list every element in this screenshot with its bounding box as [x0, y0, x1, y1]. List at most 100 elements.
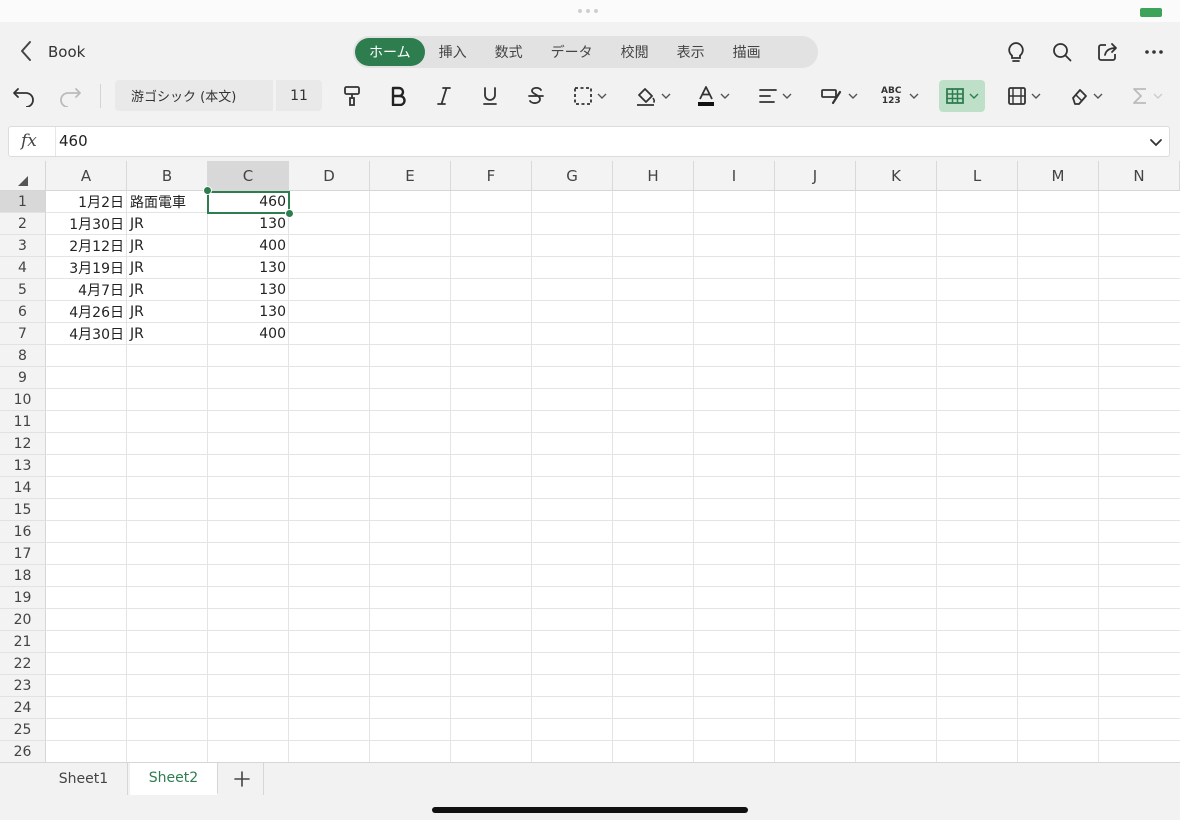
column-header[interactable]: G [532, 161, 613, 191]
wrap-merge-button[interactable] [820, 80, 858, 112]
selection-handle-top-left[interactable] [203, 186, 212, 195]
row-header[interactable]: 24 [0, 697, 46, 719]
selected-cell-outline[interactable] [207, 191, 290, 214]
row-header[interactable]: 5 [0, 279, 46, 301]
underline-button[interactable] [481, 80, 499, 112]
row-header[interactable]: 19 [0, 587, 46, 609]
cell-b6[interactable]: JR [127, 301, 208, 323]
borders-button[interactable] [573, 80, 607, 112]
cells-format-button[interactable] [1007, 80, 1041, 112]
row-header[interactable]: 26 [0, 741, 46, 762]
row-header[interactable]: 16 [0, 521, 46, 543]
format-painter-button[interactable] [342, 80, 362, 112]
row-header[interactable]: 20 [0, 609, 46, 631]
bold-button[interactable] [389, 80, 407, 112]
cell-c7[interactable]: 400 [208, 323, 289, 345]
ideas-button[interactable] [1000, 36, 1032, 68]
row-header[interactable]: 25 [0, 719, 46, 741]
row-header[interactable]: 11 [0, 411, 46, 433]
redo-button[interactable] [58, 80, 82, 112]
ribbon-tab[interactable]: 数式 [481, 38, 537, 66]
back-button[interactable] [14, 38, 38, 64]
select-all-button[interactable] [0, 161, 46, 191]
column-header[interactable]: J [775, 161, 856, 191]
sheet-tab-2[interactable]: Sheet2 [130, 763, 218, 795]
column-header[interactable]: M [1018, 161, 1099, 191]
row-header[interactable]: 6 [0, 301, 46, 323]
column-header[interactable]: F [451, 161, 532, 191]
more-button[interactable] [1138, 36, 1170, 68]
row-header[interactable]: 15 [0, 499, 46, 521]
row-header[interactable]: 23 [0, 675, 46, 697]
row-header[interactable]: 4 [0, 257, 46, 279]
cell-c2[interactable]: 130 [208, 213, 289, 235]
cell-a1[interactable]: 1月2日 [46, 191, 127, 213]
table-format-button[interactable] [939, 80, 985, 112]
row-header[interactable]: 21 [0, 631, 46, 653]
row-header[interactable]: 13 [0, 455, 46, 477]
share-button[interactable] [1092, 36, 1124, 68]
cell-b4[interactable]: JR [127, 257, 208, 279]
ribbon-tab[interactable]: ホーム [355, 38, 425, 66]
add-sheet-button[interactable] [220, 763, 264, 795]
cell-c5[interactable]: 130 [208, 279, 289, 301]
search-button[interactable] [1046, 36, 1078, 68]
ribbon-tab[interactable]: 校閲 [607, 38, 663, 66]
column-header[interactable]: A [46, 161, 127, 191]
cell-b2[interactable]: JR [127, 213, 208, 235]
row-header[interactable]: 8 [0, 345, 46, 367]
row-header[interactable]: 3 [0, 235, 46, 257]
row-header[interactable]: 7 [0, 323, 46, 345]
cell-a7[interactable]: 4月30日 [46, 323, 127, 345]
cell-a6[interactable]: 4月26日 [46, 301, 127, 323]
column-header[interactable]: E [370, 161, 451, 191]
cell-c3[interactable]: 400 [208, 235, 289, 257]
column-header[interactable]: B [127, 161, 208, 191]
column-header[interactable]: I [694, 161, 775, 191]
font-size-field[interactable]: 11 [276, 80, 322, 111]
cell-a4[interactable]: 3月19日 [46, 257, 127, 279]
column-header[interactable]: N [1099, 161, 1180, 191]
cell-b3[interactable]: JR [127, 235, 208, 257]
expand-formula-button[interactable] [1149, 133, 1163, 152]
align-button[interactable] [758, 80, 792, 112]
multitasking-dots-icon[interactable] [578, 9, 598, 13]
cell-c6[interactable]: 130 [208, 301, 289, 323]
font-name-field[interactable]: 游ゴシック (本文) [115, 80, 273, 111]
row-header[interactable]: 14 [0, 477, 46, 499]
formula-bar[interactable]: fx 460 [8, 126, 1170, 157]
cell-b7[interactable]: JR [127, 323, 208, 345]
column-header[interactable]: C [208, 161, 289, 191]
column-header[interactable]: H [613, 161, 694, 191]
ribbon-tab[interactable]: 表示 [663, 38, 719, 66]
column-header[interactable]: D [289, 161, 370, 191]
spreadsheet-grid[interactable]: A B C D E F G H I J K L M N 1 2 3 4 5 6 7 8 9 10 11 12 13 14 15 16 17 1… [0, 161, 1180, 762]
row-header[interactable]: 18 [0, 565, 46, 587]
italic-button[interactable] [435, 80, 453, 112]
ribbon-tab[interactable]: 挿入 [425, 38, 481, 66]
cell-b5[interactable]: JR [127, 279, 208, 301]
cell-a5[interactable]: 4月7日 [46, 279, 127, 301]
ribbon-tab[interactable]: 描画 [719, 38, 775, 66]
row-header[interactable]: 1 [0, 191, 46, 213]
number-format-button[interactable]: ABC 123 [881, 80, 919, 112]
cell-b1[interactable]: 路面電車 [127, 191, 208, 213]
cell-c4[interactable]: 130 [208, 257, 289, 279]
row-header[interactable]: 2 [0, 213, 46, 235]
document-title[interactable]: Book [48, 43, 85, 61]
formula-input[interactable]: 460 [59, 132, 88, 150]
column-header[interactable]: K [856, 161, 937, 191]
clear-button[interactable] [1069, 80, 1103, 112]
row-header[interactable]: 10 [0, 389, 46, 411]
cell-a3[interactable]: 2月12日 [46, 235, 127, 257]
row-header[interactable]: 17 [0, 543, 46, 565]
selection-handle-bottom-right[interactable] [285, 209, 294, 218]
sheet-tab-1[interactable]: Sheet1 [40, 763, 128, 795]
undo-button[interactable] [12, 80, 36, 112]
row-header[interactable]: 9 [0, 367, 46, 389]
fx-label[interactable]: fx [21, 131, 37, 151]
row-header[interactable]: 22 [0, 653, 46, 675]
column-header[interactable]: L [937, 161, 1018, 191]
ribbon-tab[interactable]: データ [537, 38, 607, 66]
fill-color-button[interactable] [635, 80, 671, 112]
